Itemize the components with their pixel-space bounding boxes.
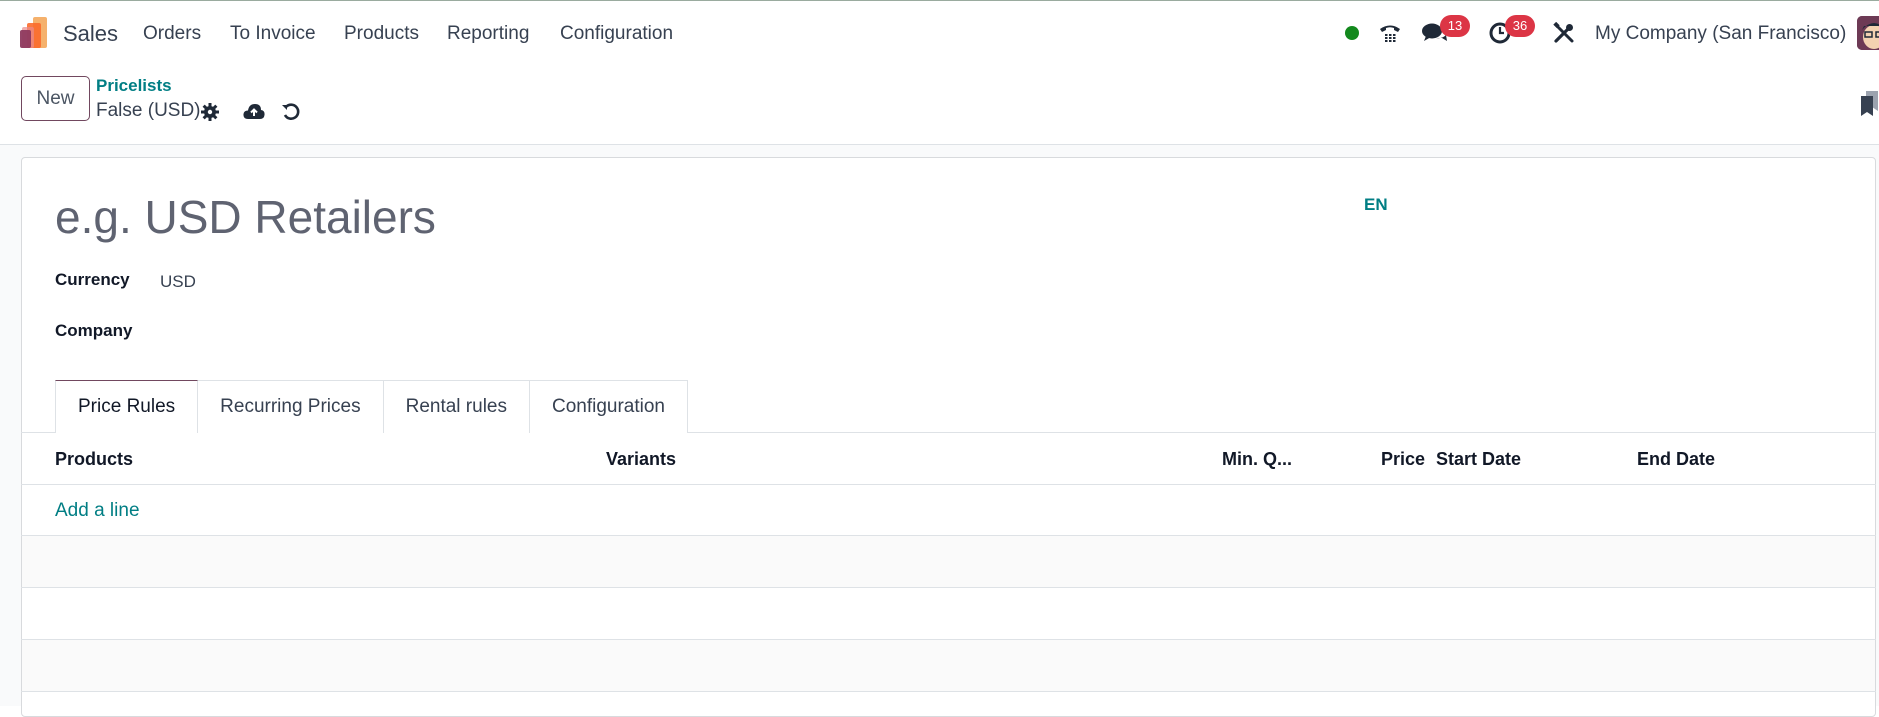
menu-products[interactable]: Products — [344, 23, 419, 45]
breadcrumb-pricelists[interactable]: Pricelists — [96, 76, 172, 96]
phone-icon[interactable] — [1376, 19, 1404, 47]
empty-table-row — [22, 536, 1875, 587]
tab-configuration[interactable]: Configuration — [529, 380, 689, 433]
language-toggle[interactable]: EN — [1364, 195, 1388, 215]
tools-icon[interactable] — [1550, 19, 1578, 47]
sales-app-icon[interactable] — [19, 17, 51, 49]
menu-reporting[interactable]: Reporting — [447, 23, 529, 45]
user-avatar[interactable] — [1857, 16, 1879, 50]
main-navbar: Sales Orders To Invoice Products Reporti… — [0, 1, 1879, 65]
control-panel: New Pricelists False (USD) — [0, 65, 1879, 145]
column-header-variants[interactable]: Variants — [606, 449, 676, 470]
empty-table-row — [22, 640, 1875, 691]
empty-table-row — [22, 588, 1875, 639]
bookmarks-icon[interactable] — [1860, 91, 1879, 117]
tab-rental-rules[interactable]: Rental rules — [383, 380, 530, 433]
pricelist-name-input[interactable]: e.g. USD Retailers — [55, 190, 436, 244]
menu-configuration[interactable]: Configuration — [560, 23, 673, 45]
gear-icon[interactable] — [199, 101, 221, 123]
new-button[interactable]: New — [21, 76, 90, 121]
table-row-divider — [21, 691, 1876, 692]
column-header-start-date[interactable]: Start Date — [1436, 449, 1521, 470]
breadcrumb-current-record: False (USD) — [96, 100, 201, 121]
presence-status-icon[interactable] — [1345, 26, 1359, 40]
active-tab-gap — [56, 432, 192, 433]
undo-icon[interactable] — [280, 101, 302, 123]
tab-recurring-prices[interactable]: Recurring Prices — [198, 380, 384, 433]
tab-price-rules[interactable]: Price Rules — [55, 380, 199, 433]
messages-badge: 13 — [1440, 15, 1470, 37]
table-header-divider — [21, 484, 1876, 485]
activities-badge: 36 — [1505, 15, 1535, 37]
column-header-products[interactable]: Products — [55, 449, 133, 470]
currency-field[interactable]: USD — [160, 272, 196, 292]
app-name[interactable]: Sales — [63, 21, 118, 47]
cloud-upload-icon[interactable] — [243, 101, 265, 123]
column-header-end-date[interactable]: End Date — [1637, 449, 1715, 470]
menu-orders[interactable]: Orders — [143, 23, 201, 45]
menu-to-invoice[interactable]: To Invoice — [230, 23, 316, 45]
currency-label: Currency — [55, 270, 130, 289]
company-switcher[interactable]: My Company (San Francisco) — [1595, 23, 1846, 45]
column-header-min-quantity[interactable]: Min. Q... — [1222, 449, 1292, 470]
column-header-price[interactable]: Price — [1381, 449, 1425, 470]
add-a-line-link[interactable]: Add a line — [55, 500, 140, 522]
company-label: Company — [55, 321, 133, 340]
form-tabs: Price Rules Recurring Prices Rental rule… — [55, 380, 689, 433]
company-field[interactable] — [160, 323, 460, 345]
